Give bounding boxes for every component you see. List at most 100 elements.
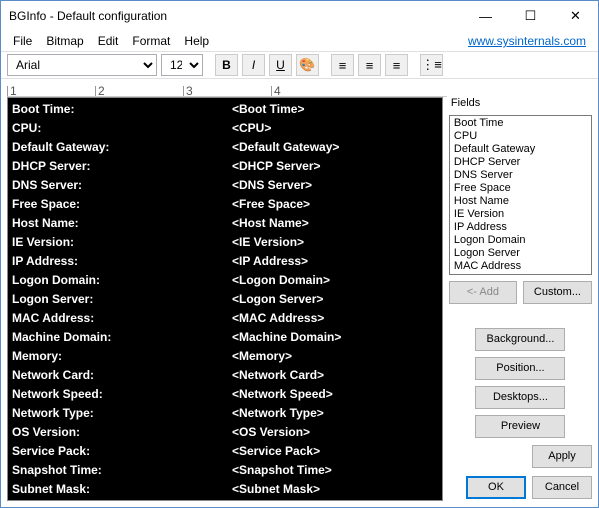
- editor-row: Network Card:<Network Card>: [12, 366, 438, 385]
- editor-row: MAC Address:<MAC Address>: [12, 309, 438, 328]
- fields-list-item[interactable]: DHCP Server: [451, 156, 590, 169]
- editor-field-value: <Memory>: [232, 347, 292, 366]
- editor-field-label: Snapshot Time:: [12, 461, 232, 480]
- editor-field-label: Network Type:: [12, 404, 232, 423]
- editor-field-value: <Snapshot Time>: [232, 461, 332, 480]
- editor-field-value: <Logon Server>: [232, 290, 323, 309]
- font-family-select[interactable]: Arial: [7, 54, 157, 76]
- editor-row: Network Speed:<Network Speed>: [12, 385, 438, 404]
- editor-row: Host Name:<Host Name>: [12, 214, 438, 233]
- fields-list-item[interactable]: MAC Address: [451, 260, 590, 273]
- editor-field-value: <CPU>: [232, 119, 271, 138]
- editor-field-label: DHCP Server:: [12, 157, 232, 176]
- fields-list-item[interactable]: Logon Server: [451, 247, 590, 260]
- fields-label: Fields: [449, 97, 592, 109]
- editor-field-value: <Boot Time>: [232, 100, 304, 119]
- align-right-button[interactable]: ≡: [385, 54, 408, 76]
- align-center-button[interactable]: ≡: [358, 54, 381, 76]
- preview-button[interactable]: Preview: [475, 415, 565, 438]
- desktops-button[interactable]: Desktops...: [475, 386, 565, 409]
- editor-row: Service Pack:<Service Pack>: [12, 442, 438, 461]
- editor-field-label: Logon Server:: [12, 290, 232, 309]
- bullets-button[interactable]: ⋮≡: [420, 54, 443, 76]
- editor-field-label: Default Gateway:: [12, 138, 232, 157]
- fields-list-item[interactable]: Boot Time: [451, 117, 590, 130]
- editor-field-label: OS Version:: [12, 423, 232, 442]
- bold-button[interactable]: B: [215, 54, 238, 76]
- italic-button[interactable]: I: [242, 54, 265, 76]
- editor-row: Logon Domain:<Logon Domain>: [12, 271, 438, 290]
- fields-list-item[interactable]: IE Version: [451, 208, 590, 221]
- fields-listbox[interactable]: Boot TimeCPUDefault GatewayDHCP ServerDN…: [449, 115, 592, 275]
- editor-row: OS Version:<OS Version>: [12, 423, 438, 442]
- underline-button[interactable]: U: [269, 54, 292, 76]
- editor-field-label: DNS Server:: [12, 176, 232, 195]
- fields-list-item[interactable]: Default Gateway: [451, 143, 590, 156]
- menu-edit[interactable]: Edit: [92, 32, 125, 50]
- menu-format[interactable]: Format: [126, 32, 176, 50]
- editor-row: IE Version:<IE Version>: [12, 233, 438, 252]
- cancel-button[interactable]: Cancel: [532, 476, 592, 499]
- editor-row: Boot Time:<Boot Time>: [12, 100, 438, 119]
- font-size-select[interactable]: 12: [161, 54, 203, 76]
- titlebar: BGInfo - Default configuration — ☐ ✕: [1, 1, 598, 31]
- ok-button[interactable]: OK: [466, 476, 526, 499]
- editor-field-value: <Host Name>: [232, 214, 309, 233]
- menu-bitmap[interactable]: Bitmap: [40, 32, 89, 50]
- fields-list-item[interactable]: DNS Server: [451, 169, 590, 182]
- editor-row: DHCP Server:<DHCP Server>: [12, 157, 438, 176]
- position-button[interactable]: Position...: [475, 357, 565, 380]
- menu-file[interactable]: File: [7, 32, 38, 50]
- editor-field-value: <Network Type>: [232, 404, 324, 423]
- editor-field-label: Subnet Mask:: [12, 480, 232, 499]
- fields-list-item[interactable]: Host Name: [451, 195, 590, 208]
- editor-row: Logon Server:<Logon Server>: [12, 290, 438, 309]
- editor-area[interactable]: Boot Time:<Boot Time>CPU:<CPU>Default Ga…: [7, 97, 443, 501]
- editor-field-value: <MAC Address>: [232, 309, 324, 328]
- editor-field-label: IE Version:: [12, 233, 232, 252]
- editor-row: IP Address:<IP Address>: [12, 252, 438, 271]
- editor-row: Network Type:<Network Type>: [12, 404, 438, 423]
- editor-field-value: <IE Version>: [232, 233, 304, 252]
- editor-field-label: Network Card:: [12, 366, 232, 385]
- maximize-button[interactable]: ☐: [508, 1, 553, 31]
- editor-row: Machine Domain:<Machine Domain>: [12, 328, 438, 347]
- editor-field-label: CPU:: [12, 119, 232, 138]
- editor-row: Free Space:<Free Space>: [12, 195, 438, 214]
- editor-field-value: <Logon Domain>: [232, 271, 330, 290]
- apply-button[interactable]: Apply: [532, 445, 592, 468]
- editor-field-label: Logon Domain:: [12, 271, 232, 290]
- editor-field-value: <Subnet Mask>: [232, 480, 320, 499]
- ruler[interactable]: 1 2 3 4: [7, 79, 447, 97]
- editor-row: Default Gateway:<Default Gateway>: [12, 138, 438, 157]
- fields-list-item[interactable]: Free Space: [451, 182, 590, 195]
- editor-field-label: Boot Time:: [12, 100, 232, 119]
- editor-row: Memory:<Memory>: [12, 347, 438, 366]
- color-button[interactable]: 🎨: [296, 54, 319, 76]
- background-button[interactable]: Background...: [475, 328, 565, 351]
- editor-row: Subnet Mask:<Subnet Mask>: [12, 480, 438, 499]
- editor-field-value: <DHCP Server>: [232, 157, 321, 176]
- editor-field-label: IP Address:: [12, 252, 232, 271]
- editor-field-value: <DNS Server>: [232, 176, 312, 195]
- menu-help[interactable]: Help: [178, 32, 215, 50]
- editor-field-value: <IP Address>: [232, 252, 308, 271]
- menubar: File Bitmap Edit Format Help www.sysinte…: [1, 31, 598, 51]
- fields-list-item[interactable]: CPU: [451, 130, 590, 143]
- editor-row: CPU:<CPU>: [12, 119, 438, 138]
- sysinternals-link[interactable]: www.sysinternals.com: [468, 34, 592, 48]
- editor-field-label: Memory:: [12, 347, 232, 366]
- add-button[interactable]: <- Add: [449, 281, 517, 304]
- minimize-button[interactable]: —: [463, 1, 508, 31]
- custom-button[interactable]: Custom...: [523, 281, 592, 304]
- window-title: BGInfo - Default configuration: [9, 9, 463, 23]
- fields-list-item[interactable]: IP Address: [451, 221, 590, 234]
- editor-field-value: <OS Version>: [232, 423, 310, 442]
- editor-field-label: Host Name:: [12, 214, 232, 233]
- editor-row: Snapshot Time:<Snapshot Time>: [12, 461, 438, 480]
- fields-list-item[interactable]: Logon Domain: [451, 234, 590, 247]
- align-left-button[interactable]: ≡: [331, 54, 354, 76]
- close-button[interactable]: ✕: [553, 1, 598, 31]
- editor-field-value: <Default Gateway>: [232, 138, 339, 157]
- editor-field-value: <Network Speed>: [232, 385, 333, 404]
